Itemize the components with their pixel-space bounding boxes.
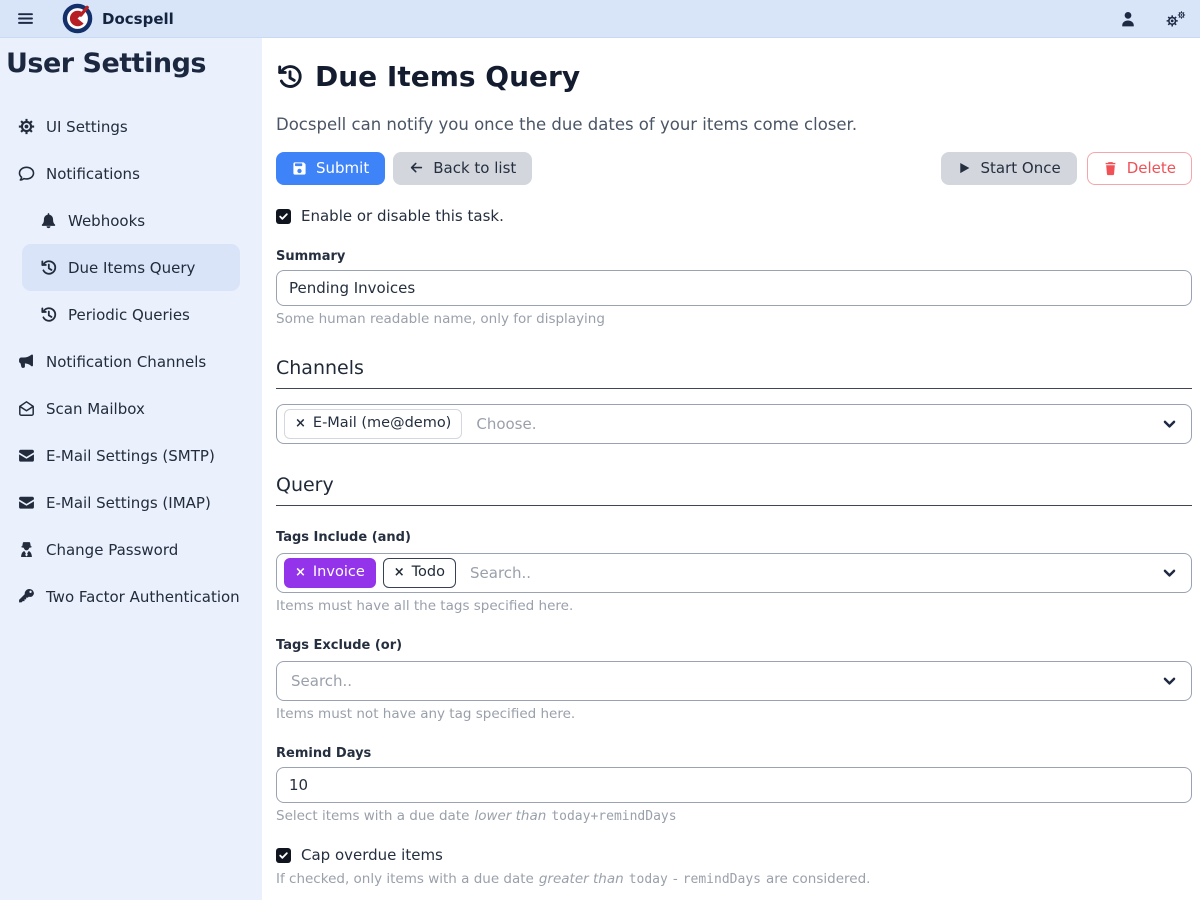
back-to-list-button[interactable]: Back to list <box>393 152 532 185</box>
tags-include-label: Tags Include (and) <box>276 530 1192 545</box>
menu-icon[interactable] <box>14 8 36 30</box>
query-section-title: Query <box>276 474 1192 506</box>
remind-days-label: Remind Days <box>276 746 1192 761</box>
tags-exclude-help: Items must not have any tag specified he… <box>276 706 1192 722</box>
tag-chip-invoice[interactable]: × Invoice <box>284 558 376 587</box>
check-icon <box>278 850 289 861</box>
cap-overdue-label: Cap overdue items <box>301 846 443 864</box>
envelope-icon <box>18 494 35 511</box>
bell-icon <box>40 212 57 229</box>
tags-exclude-label: Tags Exclude (or) <box>276 638 1192 653</box>
history-icon <box>40 259 57 276</box>
enable-task-row: Enable or disable this task. <box>276 207 1192 225</box>
channel-chip[interactable]: × E-Mail (me@demo) <box>284 409 462 438</box>
sidebar-item-two-factor-auth[interactable]: Two Factor Authentication <box>0 573 262 620</box>
summary-help: Some human readable name, only for displ… <box>276 311 1192 327</box>
sidebar-item-ui-settings[interactable]: UI Settings <box>0 103 262 150</box>
history-icon <box>40 306 57 323</box>
tags-include-help: Items must have all the tags specified h… <box>276 598 1192 614</box>
check-icon <box>278 211 289 222</box>
chevron-down-icon[interactable] <box>1163 419 1176 430</box>
sidebar-item-email-settings-smtp[interactable]: E-Mail Settings (SMTP) <box>0 432 262 479</box>
sidebar-item-notification-channels[interactable]: Notification Channels <box>0 338 262 385</box>
cap-overdue-row: Cap overdue items <box>276 846 1192 864</box>
sidebar-item-scan-mailbox[interactable]: Scan Mailbox <box>0 385 262 432</box>
main-content: Due Items Query Docspell can notify you … <box>262 38 1200 900</box>
topbar: Docspell <box>0 0 1200 38</box>
sidebar-item-notifications[interactable]: Notifications <box>0 150 262 197</box>
delete-button[interactable]: Delete <box>1087 152 1192 185</box>
remind-days-input[interactable] <box>276 767 1192 803</box>
chevron-down-icon[interactable] <box>1163 676 1176 687</box>
app-logo[interactable]: Docspell <box>62 3 174 34</box>
play-icon <box>957 161 972 176</box>
channels-select[interactable]: × E-Mail (me@demo) Choose. <box>276 404 1192 444</box>
enable-task-label: Enable or disable this task. <box>301 207 504 225</box>
page-subtitle: Docspell can notify you once the due dat… <box>276 115 1192 134</box>
key-icon <box>18 588 35 605</box>
envelope-open-icon <box>18 400 35 417</box>
trash-icon <box>1103 161 1118 176</box>
remove-icon[interactable]: × <box>295 416 306 432</box>
action-buttons-row: Submit Back to list Start Once Delete <box>276 152 1192 185</box>
sidebar: User Settings UI Settings Notifications … <box>0 38 262 900</box>
tags-include-placeholder: Search.. <box>470 564 531 582</box>
tags-exclude-select[interactable]: Search.. <box>276 661 1192 701</box>
sidebar-title: User Settings <box>0 48 262 79</box>
sidebar-item-due-items-query[interactable]: Due Items Query <box>22 244 240 291</box>
gear-icon <box>18 118 35 135</box>
cap-overdue-help: If checked, only items with a due dategr… <box>276 871 1192 887</box>
user-account-icon[interactable] <box>1118 10 1138 28</box>
chevron-down-icon[interactable] <box>1163 568 1176 579</box>
channels-placeholder: Choose. <box>476 415 536 433</box>
enable-task-checkbox[interactable] <box>276 209 291 224</box>
remove-icon[interactable]: × <box>295 565 306 581</box>
sidebar-item-periodic-queries[interactable]: Periodic Queries <box>0 291 262 338</box>
start-once-button[interactable]: Start Once <box>941 152 1077 185</box>
tags-exclude-placeholder: Search.. <box>291 672 352 690</box>
remind-days-help: Select items with a due datelower thanto… <box>276 808 1192 824</box>
summary-input[interactable] <box>276 270 1192 306</box>
docspell-logo-icon <box>62 3 93 34</box>
comment-icon <box>18 165 35 182</box>
sidebar-item-change-password[interactable]: Change Password <box>0 526 262 573</box>
page-title: Due Items Query <box>276 60 1192 93</box>
tags-include-select[interactable]: × Invoice × Todo Search.. <box>276 553 1192 593</box>
channels-section-title: Channels <box>276 357 1192 389</box>
history-icon <box>276 63 303 90</box>
processing-gears-icon[interactable] <box>1166 10 1186 28</box>
submit-button[interactable]: Submit <box>276 152 385 185</box>
arrow-left-icon <box>409 161 424 176</box>
sidebar-item-email-settings-imap[interactable]: E-Mail Settings (IMAP) <box>0 479 262 526</box>
remove-icon[interactable]: × <box>394 565 405 581</box>
sidebar-item-webhooks[interactable]: Webhooks <box>0 197 262 244</box>
save-icon <box>292 161 307 176</box>
envelope-icon <box>18 447 35 464</box>
summary-label: Summary <box>276 249 1192 264</box>
bullhorn-icon <box>18 353 35 370</box>
app-title: Docspell <box>102 10 174 28</box>
cap-overdue-checkbox[interactable] <box>276 848 291 863</box>
tag-chip-todo[interactable]: × Todo <box>383 558 456 587</box>
user-secret-icon <box>18 541 35 558</box>
sidebar-nav: UI Settings Notifications Webhooks Due I… <box>0 103 262 620</box>
